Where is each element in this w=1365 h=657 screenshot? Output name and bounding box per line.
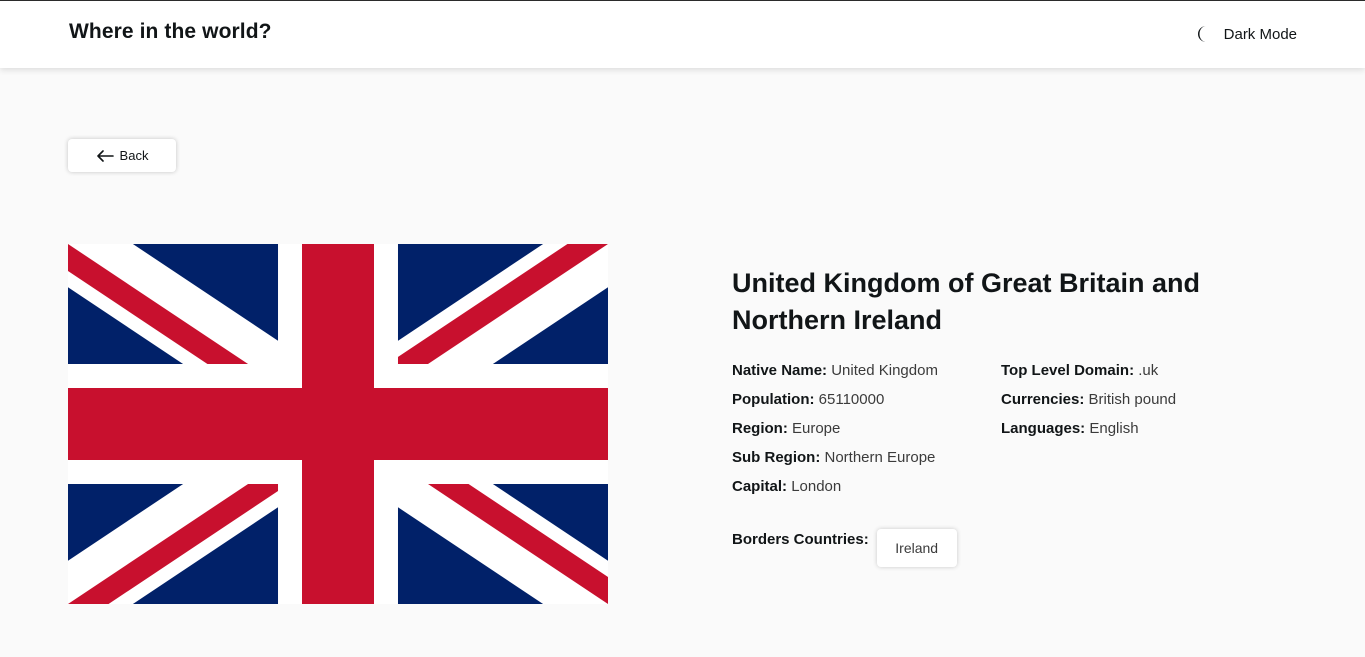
- detail-currencies: Currencies: British pound: [1001, 385, 1176, 414]
- back-button-label: Back: [119, 148, 149, 163]
- detail-label: Population:: [732, 391, 815, 408]
- border-countries-label: Borders Countries:: [732, 531, 869, 548]
- dark-mode-toggle[interactable]: Dark Mode: [1196, 25, 1297, 43]
- border-country-button[interactable]: Ireland: [876, 529, 957, 567]
- detail-value: Northern Europe: [824, 449, 936, 466]
- detail-value: English: [1089, 420, 1139, 437]
- country-flag: [68, 244, 608, 604]
- country-name: United Kingdom of Great Britain and Nort…: [732, 268, 1201, 335]
- detail-label: Capital:: [732, 478, 788, 495]
- detail-languages: Languages: English: [1001, 414, 1176, 443]
- detail-population: Population: 65110000: [732, 385, 938, 414]
- detail-top-level-domain: Top Level Domain: .uk: [1001, 356, 1176, 385]
- details-right-column: Top Level Domain: .uk Currencies: Britis…: [1001, 356, 1176, 443]
- detail-native-name: Native Name: United Kingdom: [732, 356, 938, 385]
- back-button[interactable]: Back: [68, 139, 176, 172]
- dark-mode-label: Dark Mode: [1223, 25, 1297, 43]
- detail-label: Currencies:: [1001, 391, 1085, 408]
- detail-label: Sub Region:: [732, 449, 821, 466]
- country-details: United Kingdom of Great Britain and Nort…: [732, 265, 1292, 567]
- detail-value: London: [791, 478, 842, 495]
- detail-value: Europe: [792, 420, 841, 437]
- app-title: Where in the world?: [69, 20, 272, 43]
- detail-label: Region:: [732, 420, 788, 437]
- border-countries: Borders Countries: Ireland: [732, 529, 957, 567]
- details-columns: Native Name: United Kingdom Population: …: [732, 356, 1292, 506]
- detail-capital: Capital: London: [732, 472, 938, 501]
- detail-label: Languages:: [1001, 420, 1086, 437]
- details-left-column: Native Name: United Kingdom Population: …: [732, 356, 938, 501]
- detail-value: .uk: [1138, 362, 1159, 379]
- app-header: Where in the world? Dark Mode: [0, 0, 1365, 68]
- detail-sub-region: Sub Region: Northern Europe: [732, 443, 938, 472]
- detail-value: British pound: [1088, 391, 1177, 408]
- detail-value: United Kingdom: [831, 362, 938, 379]
- detail-region: Region: Europe: [732, 414, 938, 443]
- detail-label: Top Level Domain:: [1001, 362, 1135, 379]
- detail-label: Native Name:: [732, 362, 828, 379]
- arrow-left-icon: [96, 149, 114, 162]
- moon-icon: [1197, 26, 1206, 42]
- detail-value: 65110000: [818, 391, 885, 408]
